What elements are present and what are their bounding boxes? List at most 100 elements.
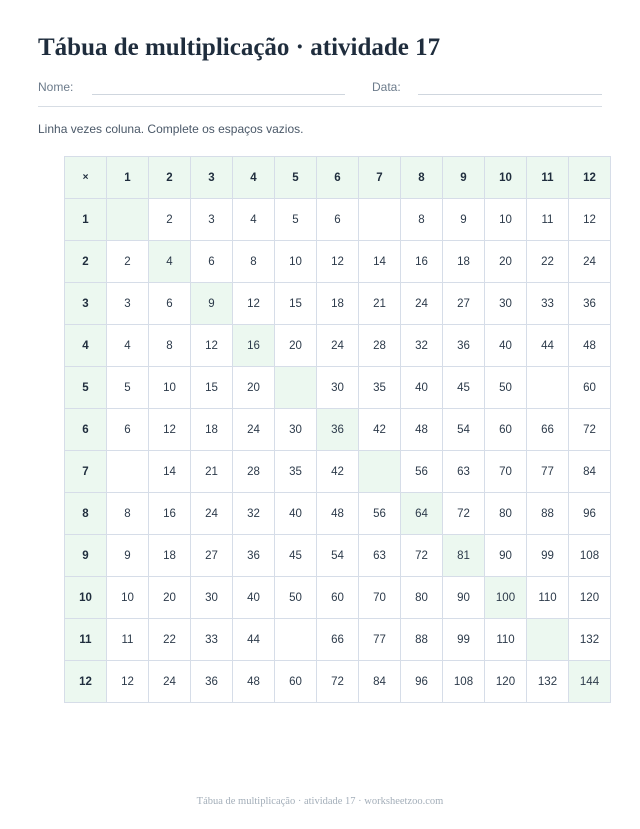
product-cell: 36	[442, 324, 485, 367]
product-cell: 20	[484, 240, 527, 283]
product-cell: 15	[190, 366, 233, 409]
product-cell: 18	[148, 534, 191, 577]
product-cell: 80	[400, 576, 443, 619]
answer-blank[interactable]	[274, 618, 317, 661]
product-cell: 14	[148, 450, 191, 493]
name-field[interactable]	[92, 94, 345, 95]
product-cell: 22	[526, 240, 569, 283]
product-cell: 90	[484, 534, 527, 577]
name-label: Nome:	[38, 80, 74, 94]
product-cell: 36	[190, 660, 233, 703]
product-cell: 48	[232, 660, 275, 703]
product-cell: 70	[484, 450, 527, 493]
row-header: 8	[64, 492, 107, 535]
product-cell: 84	[358, 660, 401, 703]
column-header: 7	[358, 156, 401, 199]
header-divider	[38, 106, 602, 107]
answer-blank[interactable]	[526, 618, 569, 661]
product-cell: 2	[106, 240, 149, 283]
row-header: 7	[64, 450, 107, 493]
product-cell: 6	[316, 198, 359, 241]
product-cell: 16	[148, 492, 191, 535]
product-cell: 110	[484, 618, 527, 661]
answer-blank[interactable]	[358, 198, 401, 241]
table-row: 1 2 3 4 5 6 8 9 10 11 12	[64, 198, 611, 241]
product-cell: 9	[190, 282, 233, 325]
product-cell: 20	[232, 366, 275, 409]
row-header: 10	[64, 576, 107, 619]
product-cell: 48	[400, 408, 443, 451]
product-cell: 2	[148, 198, 191, 241]
product-cell: 132	[526, 660, 569, 703]
product-cell: 54	[316, 534, 359, 577]
table-row: 5 5 10 15 20 30 35 40 45 50 60	[64, 366, 611, 409]
product-cell: 10	[274, 240, 317, 283]
product-cell: 12	[316, 240, 359, 283]
product-cell: 30	[484, 282, 527, 325]
product-cell: 66	[316, 618, 359, 661]
column-header: 5	[274, 156, 317, 199]
answer-blank[interactable]	[274, 366, 317, 409]
product-cell: 44	[232, 618, 275, 661]
product-cell: 30	[190, 576, 233, 619]
table-row: 9 9 18 27 36 45 54 63 72 81 90 99 108	[64, 534, 611, 577]
product-cell: 10	[484, 198, 527, 241]
product-cell: 12	[232, 282, 275, 325]
product-cell: 60	[274, 660, 317, 703]
row-header: 4	[64, 324, 107, 367]
product-cell: 4	[232, 198, 275, 241]
product-cell: 36	[232, 534, 275, 577]
product-cell: 6	[106, 408, 149, 451]
product-cell: 108	[442, 660, 485, 703]
product-cell: 5	[274, 198, 317, 241]
product-cell: 100	[484, 576, 527, 619]
column-header: 8	[400, 156, 443, 199]
product-cell: 8	[232, 240, 275, 283]
product-cell: 36	[568, 282, 611, 325]
answer-blank[interactable]	[106, 198, 149, 241]
product-cell: 72	[400, 534, 443, 577]
row-header: 11	[64, 618, 107, 661]
table-row: 6 6 12 18 24 30 36 42 48 54 60 66 72	[64, 408, 611, 451]
answer-blank[interactable]	[358, 450, 401, 493]
product-cell: 45	[274, 534, 317, 577]
product-cell: 21	[358, 282, 401, 325]
product-cell: 80	[484, 492, 527, 535]
product-cell: 12	[568, 198, 611, 241]
product-cell: 40	[484, 324, 527, 367]
column-header: 4	[232, 156, 275, 199]
answer-blank[interactable]	[106, 450, 149, 493]
product-cell: 96	[568, 492, 611, 535]
table-row: 11 11 22 33 44 66 77 88 99 110 132	[64, 618, 611, 661]
product-cell: 48	[568, 324, 611, 367]
table-row: 10 10 20 30 40 50 60 70 80 90 100 110 120	[64, 576, 611, 619]
product-cell: 88	[400, 618, 443, 661]
product-cell: 24	[148, 660, 191, 703]
answer-blank[interactable]	[526, 366, 569, 409]
product-cell: 18	[442, 240, 485, 283]
product-cell: 30	[274, 408, 317, 451]
table-row: 3 3 6 9 12 15 18 21 24 27 30 33 36	[64, 282, 611, 325]
product-cell: 20	[148, 576, 191, 619]
table-row: 7 14 21 28 35 42 56 63 70 77 84	[64, 450, 611, 493]
product-cell: 12	[106, 660, 149, 703]
product-cell: 9	[106, 534, 149, 577]
product-cell: 32	[400, 324, 443, 367]
table-row: 12 12 24 36 48 60 72 84 96 108 120 132 144	[64, 660, 611, 703]
column-header: 9	[442, 156, 485, 199]
table-row: 2 2 4 6 8 10 12 14 16 18 20 22 24	[64, 240, 611, 283]
multiplication-table: × 1 2 3 4 5 6 7 8 9 10 11 12 1 2 3 4 5 6 8 9 10 11 12 2 2 4 6 8 10 12 1…	[64, 156, 611, 703]
product-cell: 27	[190, 534, 233, 577]
product-cell: 15	[274, 282, 317, 325]
product-cell: 90	[442, 576, 485, 619]
product-cell: 60	[484, 408, 527, 451]
product-cell: 18	[316, 282, 359, 325]
product-cell: 16	[232, 324, 275, 367]
product-cell: 72	[442, 492, 485, 535]
product-cell: 48	[316, 492, 359, 535]
date-field[interactable]	[418, 94, 602, 95]
column-header: 10	[484, 156, 527, 199]
product-cell: 56	[400, 450, 443, 493]
row-header: 5	[64, 366, 107, 409]
product-cell: 50	[484, 366, 527, 409]
